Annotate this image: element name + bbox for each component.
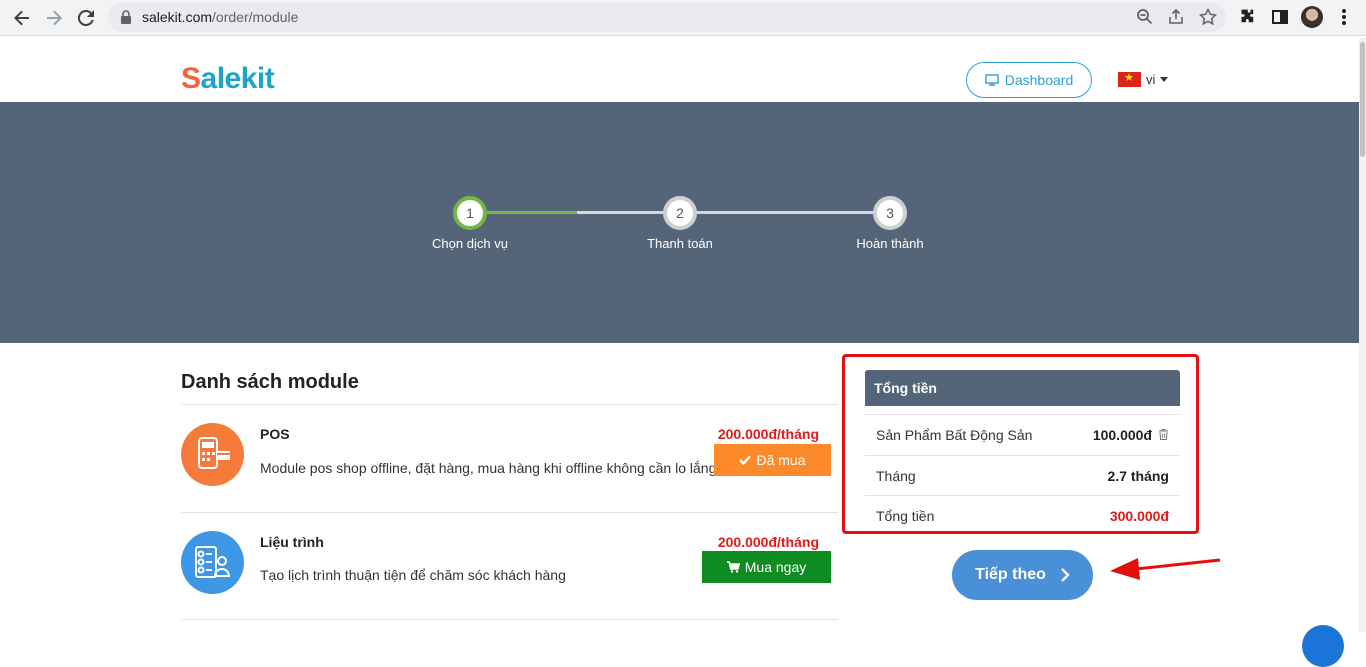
caret-down-icon bbox=[1160, 77, 1169, 82]
divider bbox=[181, 512, 838, 513]
step-1-label: Chọn dịch vụ bbox=[432, 236, 508, 251]
module-name-pos: POS bbox=[260, 426, 290, 442]
dashboard-button[interactable]: Dashboard bbox=[966, 62, 1092, 98]
salekit-logo[interactable]: Salekit bbox=[181, 62, 275, 96]
stepper-banner: 1 Chọn dịch vụ 2 Thanh toán 3 Hoàn thành bbox=[0, 102, 1359, 343]
language-code: vi bbox=[1146, 72, 1156, 87]
extensions-icon[interactable] bbox=[1237, 6, 1259, 28]
total-value: 300.000đ bbox=[1109, 508, 1169, 524]
scrollbar-thumb[interactable] bbox=[1360, 42, 1365, 157]
summary-title: Tổng tiền bbox=[865, 370, 1180, 406]
module-name-treatment: Liệu trình bbox=[260, 534, 324, 550]
progress-track-done bbox=[487, 211, 577, 214]
product-label: Sản Phẩm Bất Động Sản bbox=[876, 427, 1033, 443]
month-value: 2.7 tháng bbox=[1107, 468, 1169, 484]
step-1-dot: 1 bbox=[453, 196, 487, 230]
progress-track bbox=[577, 211, 874, 214]
trash-icon[interactable] bbox=[1159, 429, 1168, 440]
pos-terminal-icon bbox=[181, 423, 244, 486]
buy-now-label: Mua ngay bbox=[744, 559, 807, 575]
module-description-pos: Module pos shop offline, đặt hàng, mua h… bbox=[260, 460, 717, 476]
back-icon[interactable] bbox=[10, 6, 34, 30]
module-list-title: Danh sách module bbox=[181, 371, 359, 393]
bought-label: Đã mua bbox=[756, 452, 806, 468]
address-bar[interactable]: salekit.com/order/module bbox=[108, 2, 1226, 32]
next-label: Tiếp theo bbox=[975, 566, 1046, 583]
zoom-icon[interactable] bbox=[1136, 8, 1154, 26]
total-label: Tổng tiền bbox=[876, 508, 935, 524]
buy-now-button-treatment[interactable]: Mua ngay bbox=[702, 551, 831, 583]
browser-toolbar: salekit.com/order/module bbox=[0, 0, 1366, 36]
module-price-pos: 200.000đ/tháng bbox=[717, 426, 819, 442]
dashboard-label: Dashboard bbox=[1004, 72, 1074, 88]
chat-widget-button[interactable] bbox=[1302, 625, 1344, 667]
step-3-label: Hoàn thành bbox=[856, 236, 924, 251]
divider bbox=[181, 619, 838, 620]
module-price-treatment: 200.000đ/tháng bbox=[717, 534, 819, 550]
language-selector[interactable]: vi bbox=[1118, 71, 1169, 87]
chevron-right-icon bbox=[1061, 568, 1070, 582]
month-label: Tháng bbox=[876, 468, 916, 484]
step-3-dot: 3 bbox=[873, 196, 907, 230]
url-text: salekit.com/order/module bbox=[142, 9, 299, 25]
menu-kebab-icon[interactable] bbox=[1333, 6, 1355, 28]
summary-row-month: Tháng 2.7 tháng bbox=[865, 455, 1180, 495]
monitor-icon bbox=[985, 74, 999, 86]
check-icon bbox=[739, 455, 752, 465]
star-icon[interactable] bbox=[1199, 8, 1217, 26]
summary-row-total: Tổng tiền 300.000đ bbox=[865, 495, 1180, 529]
step-2-label: Thanh toán bbox=[647, 236, 713, 251]
page-scrollbar[interactable] bbox=[1359, 38, 1366, 632]
step-2-dot: 2 bbox=[663, 196, 697, 230]
bought-button-pos[interactable]: Đã mua bbox=[714, 444, 831, 476]
annotation-arrow bbox=[1110, 558, 1221, 580]
summary-row-product: Sản Phẩm Bất Động Sản 100.000đ bbox=[865, 414, 1180, 454]
treatment-schedule-icon bbox=[181, 531, 244, 594]
module-description-treatment: Tạo lịch trình thuận tiện để chăm sóc kh… bbox=[260, 567, 566, 583]
vietnam-flag-icon bbox=[1118, 71, 1141, 87]
profile-avatar[interactable] bbox=[1301, 6, 1323, 28]
cart-icon bbox=[726, 561, 740, 573]
product-price: 100.000đ bbox=[1092, 427, 1152, 443]
forward-icon[interactable] bbox=[42, 6, 66, 30]
divider bbox=[181, 404, 838, 405]
lock-icon bbox=[121, 10, 131, 24]
reload-icon[interactable] bbox=[74, 6, 98, 30]
share-icon[interactable] bbox=[1167, 8, 1185, 26]
side-panel-icon[interactable] bbox=[1269, 6, 1291, 28]
next-button[interactable]: Tiếp theo bbox=[952, 550, 1093, 600]
